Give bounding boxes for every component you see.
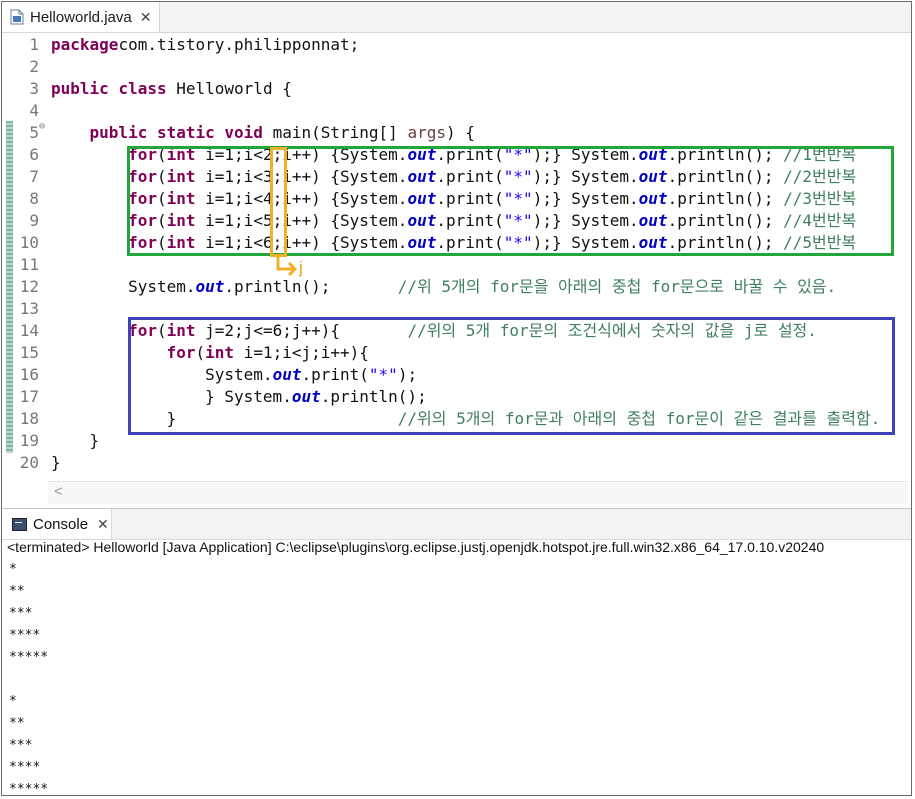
java-file-icon	[10, 9, 24, 25]
console-output-line: *	[9, 562, 17, 577]
code-token: void	[224, 123, 263, 142]
code-token: com.tistory.philipponnat;	[118, 35, 360, 54]
code-line[interactable]: 11	[2, 254, 911, 276]
code-token: ) {	[445, 123, 475, 142]
line-number: 17	[19, 387, 39, 406]
console-output-line: **	[9, 716, 25, 731]
code-line[interactable]: 4	[2, 100, 911, 122]
console-output-line: ****	[9, 760, 41, 775]
line-number: 1	[29, 35, 39, 54]
line-number: 13	[19, 299, 39, 318]
code-line[interactable]: 3 public class Helloworld {	[2, 78, 911, 100]
code-token: System.	[51, 277, 196, 296]
code-token: out	[195, 277, 225, 296]
console-tab-label: Console	[33, 515, 89, 533]
code-token: class	[118, 79, 167, 98]
code-text: public class Helloworld {	[51, 78, 292, 100]
code-token: main(String[]	[262, 123, 408, 142]
console-tab[interactable]: Console ✕	[2, 509, 112, 539]
code-token: args	[407, 123, 446, 142]
console-output-line: ****	[9, 628, 41, 643]
code-text: }	[51, 452, 61, 474]
code-line[interactable]: 1 packagecom.tistory.philipponnat;	[2, 34, 911, 56]
line-number: 20	[19, 453, 39, 472]
line-number: 15	[19, 343, 39, 362]
code-text: }	[51, 430, 100, 452]
code-text: packagecom.tistory.philipponnat;	[51, 34, 359, 56]
horizontal-scrollbar[interactable]: <	[48, 481, 908, 504]
console-output-line: **	[9, 584, 25, 599]
code-token: public	[89, 123, 148, 142]
close-icon[interactable]: ✕	[97, 516, 109, 533]
console-output-line: *****	[9, 650, 49, 665]
line-number: 10	[19, 233, 39, 252]
scroll-left-icon[interactable]: <	[54, 483, 63, 500]
console-output[interactable]: * ** *** **** ***** * ** *** **** *****	[9, 559, 49, 796]
annotation-box-blue	[128, 317, 895, 435]
code-token: }	[51, 431, 100, 450]
console-tab-bar: Console ✕	[2, 508, 911, 540]
code-line[interactable]: 5 ⊖ public static void main(String[] args…	[2, 121, 911, 144]
close-icon[interactable]: ✕	[140, 9, 152, 26]
console-output-line: *****	[9, 782, 49, 796]
line-number: 3	[29, 79, 39, 98]
console-output-line: *	[9, 694, 17, 709]
fold-collapse-icon[interactable]: ⊖	[39, 116, 45, 138]
eclipse-window: Helloworld.java ✕ 1 packagecom.tistory.ph…	[1, 1, 912, 796]
annotation-j-label: j	[299, 258, 303, 277]
code-line[interactable]: 12 System.out.println(); //위 5개의 for문을 아…	[2, 276, 911, 298]
annotation-arrow-icon	[276, 257, 298, 277]
console-output-line: ***	[9, 606, 33, 621]
editor-tab-bar: Helloworld.java ✕	[2, 2, 911, 33]
line-number: 7	[29, 167, 39, 186]
line-number: 16	[19, 365, 39, 384]
code-token: //위 5개의 for문을 아래의 중첩 for문으로 바꿀 수 있음.	[397, 277, 837, 296]
code-text: public static void main(String[] args) {	[51, 122, 475, 144]
code-token: package	[51, 35, 119, 54]
line-number: 18	[19, 409, 39, 428]
code-token: .println();	[224, 277, 398, 296]
code-text: System.out.println(); //위 5개의 for문을 아래의 …	[51, 276, 836, 298]
code-line[interactable]: 20}	[2, 452, 911, 474]
console-status: <terminated> Helloworld [Java Applicatio…	[7, 539, 825, 555]
line-number: 2	[29, 57, 39, 76]
editor-tab-label: Helloworld.java	[30, 8, 132, 26]
line-number: 8	[29, 189, 39, 208]
code-token: static	[156, 123, 215, 142]
line-number: 9	[29, 211, 39, 230]
line-number: 5	[29, 123, 39, 142]
annotation-box-green	[127, 146, 894, 256]
code-token: public	[51, 79, 109, 98]
line-number: 19	[19, 431, 39, 450]
line-number: 11	[19, 255, 39, 274]
editor-tab-helloworld[interactable]: Helloworld.java ✕	[2, 2, 160, 32]
line-number: 6	[29, 145, 39, 164]
console-icon	[12, 517, 27, 531]
line-number: 14	[19, 321, 39, 340]
annotation-box-orange	[270, 147, 287, 257]
code-token: }	[51, 453, 61, 472]
console-output-line: ***	[9, 738, 33, 753]
code-editor[interactable]: 1 packagecom.tistory.philipponnat; 2 3 publi…	[2, 33, 911, 504]
line-number: 4	[29, 101, 39, 120]
code-line[interactable]: 2	[2, 56, 911, 78]
line-number: 12	[19, 277, 39, 296]
code-token: Helloworld {	[166, 79, 292, 98]
